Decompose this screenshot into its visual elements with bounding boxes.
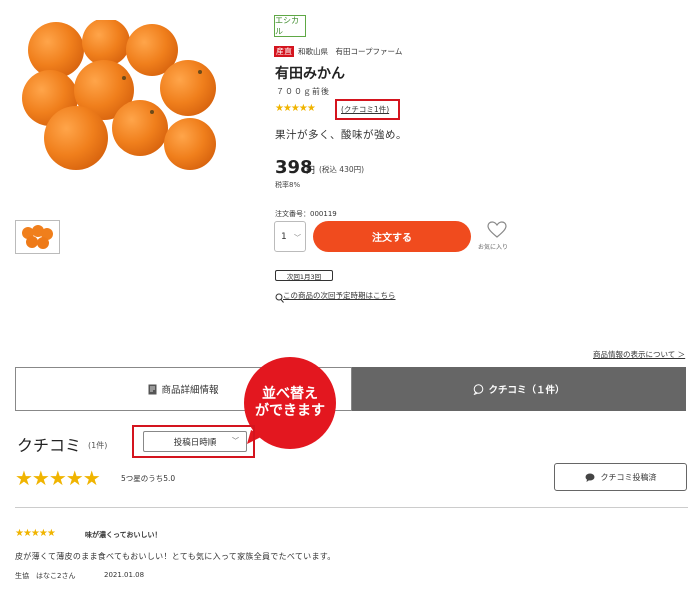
- chevron-down-icon: ﹀: [294, 234, 301, 242]
- display-info-link[interactable]: 商品情報の表示について ＞: [593, 349, 685, 360]
- review-author: 生協 はなこ2さん: [15, 572, 76, 580]
- next-schedule-badge: 次回1月3回: [275, 270, 333, 281]
- quantity-select[interactable]: 1: [274, 221, 306, 252]
- thumbnail-image: [22, 225, 53, 249]
- post-review-label: クチコミ投稿済: [600, 472, 657, 482]
- price-currency: 円: [306, 166, 316, 176]
- average-rating-text: 5つ星のうち5.0: [121, 474, 176, 483]
- chevron-down-icon: ﹀: [232, 437, 239, 445]
- reviews-title: クチコミ: [17, 436, 82, 455]
- review-stars: ★★★★★: [15, 528, 56, 539]
- tab-reviews-label: クチコミ（１件）: [488, 385, 565, 396]
- review-date: 2021.01.08: [104, 571, 145, 579]
- rating-stars: ★★★★★: [275, 103, 316, 114]
- order-number: 注文番号：000119: [275, 210, 337, 218]
- origin-text: 和歌山県 有田コープファーム: [298, 47, 403, 56]
- reviews-count: (1件): [88, 441, 108, 450]
- product-image: [22, 20, 216, 170]
- chat-icon: [585, 473, 594, 482]
- order-button[interactable]: 注文する: [313, 221, 471, 252]
- sort-select-value: 投稿日時順: [173, 437, 217, 448]
- price-tax-included: (税込 430円): [319, 165, 365, 174]
- product-weight: ７００ｇ前後: [276, 87, 330, 96]
- origin-tag: 産直: [274, 46, 294, 57]
- review-count-link[interactable]: (クチコミ1件): [341, 104, 389, 115]
- review-body: 皮が薄くて薄皮のまま食べてもおいしい！とても気に入って家族全員でたべています。: [15, 552, 336, 561]
- tab-reviews[interactable]: クチコミ（１件）: [352, 367, 686, 411]
- annotation-line-2: ができます: [255, 403, 325, 419]
- tab-product-detail-label: 商品詳細情報: [161, 385, 219, 396]
- favorite-label: お気に入り: [478, 244, 509, 251]
- product-description: 果汁が多く、酸味が強め。: [275, 129, 407, 141]
- annotation-line-1: 並べ替え: [262, 386, 318, 402]
- product-name: 有田みかん: [275, 66, 345, 82]
- document-icon: [148, 384, 157, 394]
- tax-rate: 税率8%: [275, 181, 301, 189]
- post-review-button[interactable]: クチコミ投稿済: [554, 463, 687, 491]
- ethical-badge: エシカル: [274, 15, 306, 37]
- review-title: 味が濃くっておいしい！: [85, 531, 162, 539]
- quantity-value: 1: [281, 231, 287, 242]
- average-rating-stars: ★★★★★: [15, 466, 101, 490]
- product-thumbnail[interactable]: [15, 220, 60, 254]
- schedule-link[interactable]: この商品の次回予定時期はこちら: [283, 290, 396, 301]
- divider: [15, 507, 688, 508]
- speech-bubble-icon: [474, 383, 484, 395]
- heart-icon: [487, 221, 507, 238]
